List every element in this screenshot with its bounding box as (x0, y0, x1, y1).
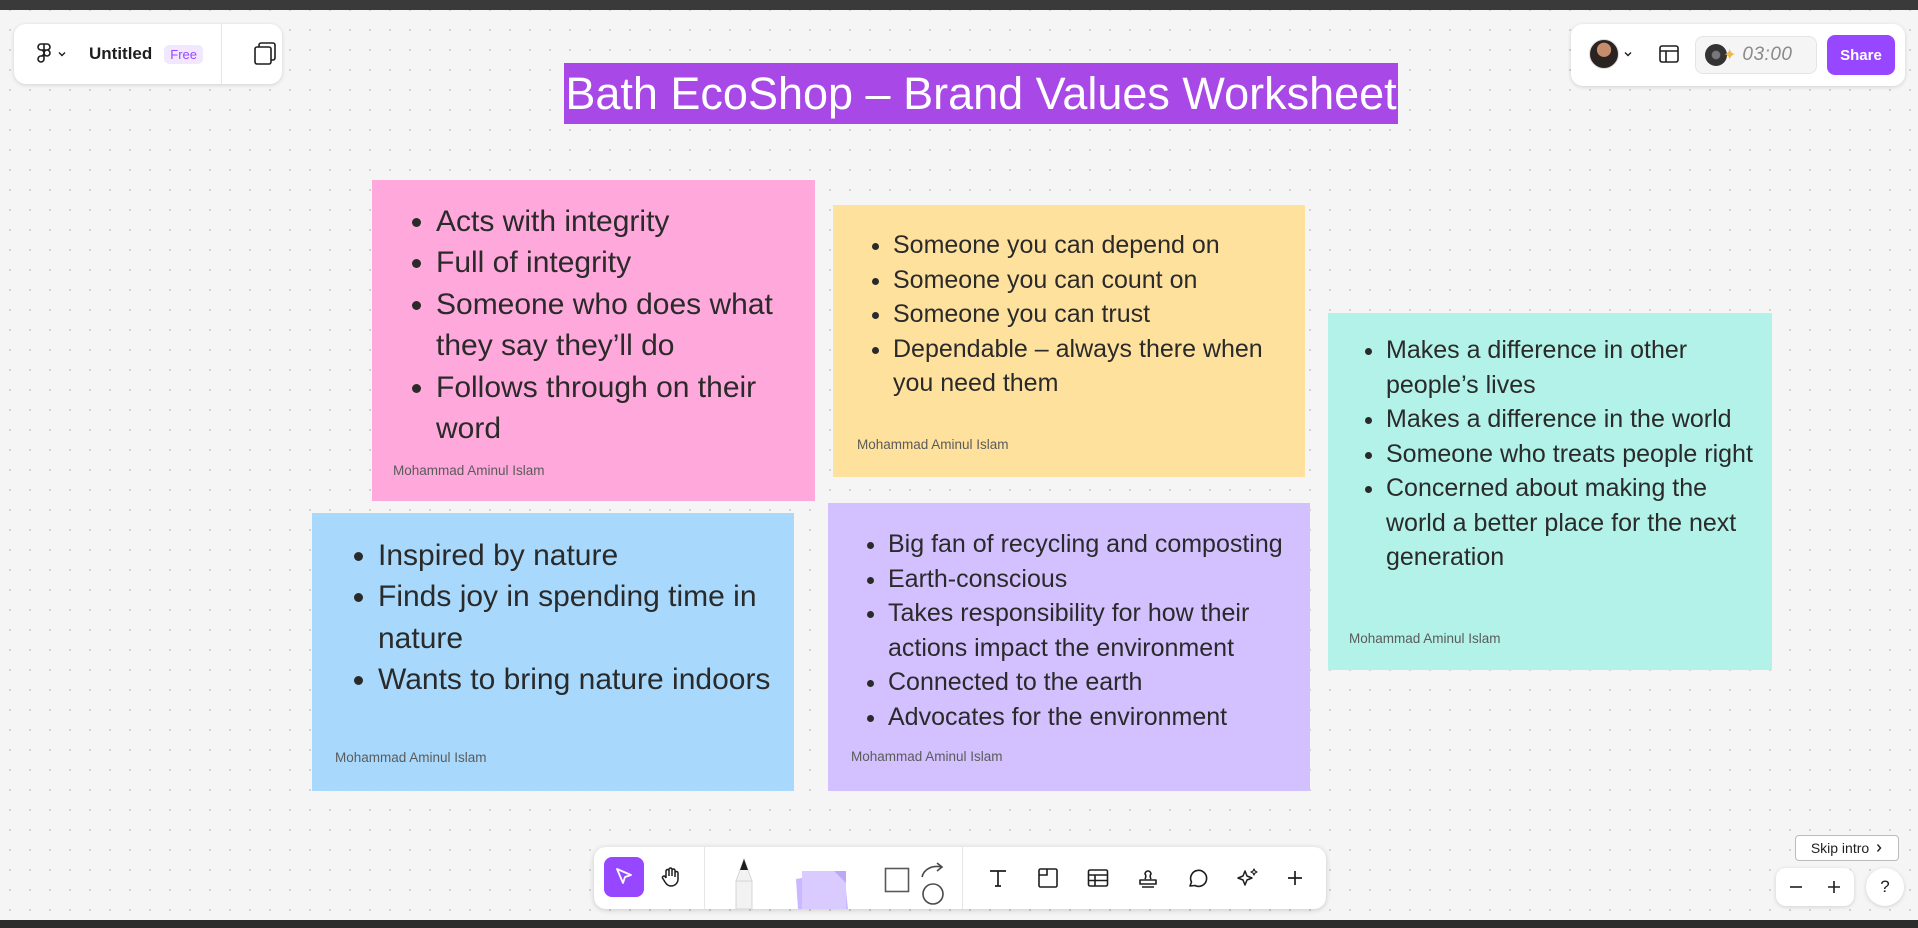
sticky-author: Mohammad Aminul Islam (851, 749, 1003, 764)
chevron-down-icon (58, 52, 66, 57)
sticky-note-stack-icon (796, 871, 848, 909)
list-item: Follows through on their word (436, 367, 801, 450)
plus-icon (1288, 871, 1302, 885)
sticky-list: Inspired by nature Finds joy in spending… (378, 535, 788, 701)
figma-logo-icon (37, 43, 51, 63)
list-item: Takes responsibility for how their actio… (888, 596, 1303, 665)
list-item: Someone you can count on (893, 263, 1288, 298)
sticky-author: Mohammad Aminul Islam (1349, 631, 1501, 646)
rectangle-icon (884, 867, 910, 893)
skip-intro-button[interactable]: Skip intro (1795, 835, 1899, 861)
list-item: Someone you can depend on (893, 228, 1288, 263)
bottom-toolbar (594, 847, 1326, 909)
stamp-icon (1139, 870, 1157, 888)
ai-tool-button[interactable] (1231, 861, 1265, 895)
hand-tool-button[interactable] (654, 860, 688, 894)
sticky-note-environment[interactable]: Big fan of recycling and composting Eart… (828, 503, 1310, 791)
panel-divider (221, 24, 222, 84)
skip-intro-label: Skip intro (1810, 840, 1870, 856)
list-item: Earth-conscious (888, 562, 1303, 597)
sticky-author: Mohammad Aminul Islam (857, 437, 1009, 452)
pages-icon (254, 42, 276, 65)
list-item: Big fan of recycling and composting (888, 527, 1303, 562)
sticky-note-nature[interactable]: Inspired by nature Finds joy in spending… (312, 513, 794, 791)
comment-tool-button[interactable] (1181, 861, 1215, 895)
list-item: Inspired by nature (378, 535, 788, 576)
connector-arrow-icon (921, 862, 944, 905)
shape-tool-button[interactable] (884, 867, 910, 893)
pages-button[interactable] (252, 41, 278, 72)
sticky-list: Big fan of recycling and composting Eart… (888, 527, 1303, 734)
sparkles-icon (1237, 868, 1258, 886)
share-button[interactable]: Share (1827, 35, 1895, 75)
chevron-right-icon (1877, 844, 1882, 852)
toolbar-divider (704, 847, 705, 909)
zoom-out-button[interactable] (1784, 875, 1808, 899)
file-title[interactable]: Untitled (89, 44, 152, 64)
sticky-note-integrity[interactable]: Acts with integrity Full of integrity So… (372, 180, 815, 501)
timer-value: 03:00 (1742, 44, 1793, 65)
move-tool-button[interactable] (604, 857, 644, 897)
board-title[interactable]: Bath EcoShop – Brand Values Worksheet (564, 63, 1398, 124)
sticky-list: Someone you can depend on Someone you ca… (893, 228, 1288, 401)
pen-tool-button[interactable] (726, 855, 762, 909)
list-item: Full of integrity (436, 242, 801, 283)
chevron-down-icon (1624, 52, 1632, 57)
section-tool-button[interactable] (1031, 861, 1065, 895)
list-item: Advocates for the environment (888, 700, 1303, 735)
list-item: Dependable – always there when you need … (893, 332, 1288, 401)
stamp-tool-button[interactable] (1131, 861, 1165, 895)
minus-icon (1790, 886, 1802, 888)
more-tools-button[interactable] (1278, 861, 1312, 895)
cursor-arrow-icon (616, 868, 632, 884)
window-top-edge (0, 0, 1918, 10)
zoom-controls (1776, 868, 1854, 906)
window-bottom-edge (0, 920, 1918, 928)
list-item: Acts with integrity (436, 201, 801, 242)
pen-icon (735, 857, 753, 909)
text-icon (990, 870, 1006, 887)
sticky-note-tool-button[interactable] (790, 861, 854, 909)
plus-icon (1828, 881, 1840, 893)
avatar (1589, 39, 1619, 69)
list-item: Concerned about making the world a bette… (1386, 471, 1764, 575)
plan-badge: Free (164, 44, 204, 64)
sticky-note-dependable[interactable]: Someone you can depend on Someone you ca… (833, 205, 1305, 477)
sticky-list: Acts with integrity Full of integrity So… (436, 201, 801, 449)
hand-icon (661, 867, 679, 887)
list-item: Makes a difference in other people’s liv… (1386, 333, 1764, 402)
list-item: Finds joy in spending time in nature (378, 576, 788, 659)
list-item: Connected to the earth (888, 665, 1303, 700)
layout-toggle-button[interactable] (1657, 42, 1681, 71)
list-item: Someone who does what they say they’ll d… (436, 284, 801, 367)
collaboration-panel: ✦ 03:00 Share (1571, 24, 1905, 86)
table-tool-button[interactable] (1081, 861, 1115, 895)
layout-icon (1659, 45, 1679, 63)
toolbar-divider (962, 847, 963, 909)
sticky-author: Mohammad Aminul Islam (335, 750, 487, 765)
section-icon (1038, 868, 1058, 888)
sticky-author: Mohammad Aminul Islam (393, 463, 545, 478)
text-tool-button[interactable] (981, 861, 1015, 895)
list-item: Wants to bring nature indoors (378, 659, 788, 700)
file-panel: Untitled Free (14, 24, 282, 84)
list-item: Someone who treats people right (1386, 437, 1764, 472)
help-button[interactable]: ? (1866, 868, 1904, 906)
table-icon (1087, 869, 1109, 887)
timer-widget[interactable]: ✦ 03:00 (1695, 36, 1817, 74)
sticky-list: Makes a difference in other people’s liv… (1386, 333, 1764, 575)
list-item: Someone you can trust (893, 297, 1288, 332)
user-menu-button[interactable] (1589, 39, 1633, 69)
comment-icon (1189, 869, 1208, 888)
connector-tool-button[interactable] (918, 859, 948, 905)
main-menu-button[interactable] (36, 43, 67, 65)
sticky-note-difference[interactable]: Makes a difference in other people’s liv… (1328, 313, 1772, 670)
list-item: Makes a difference in the world (1386, 402, 1764, 437)
sparkle-icon: ✦ (1723, 47, 1737, 64)
zoom-in-button[interactable] (1822, 875, 1846, 899)
